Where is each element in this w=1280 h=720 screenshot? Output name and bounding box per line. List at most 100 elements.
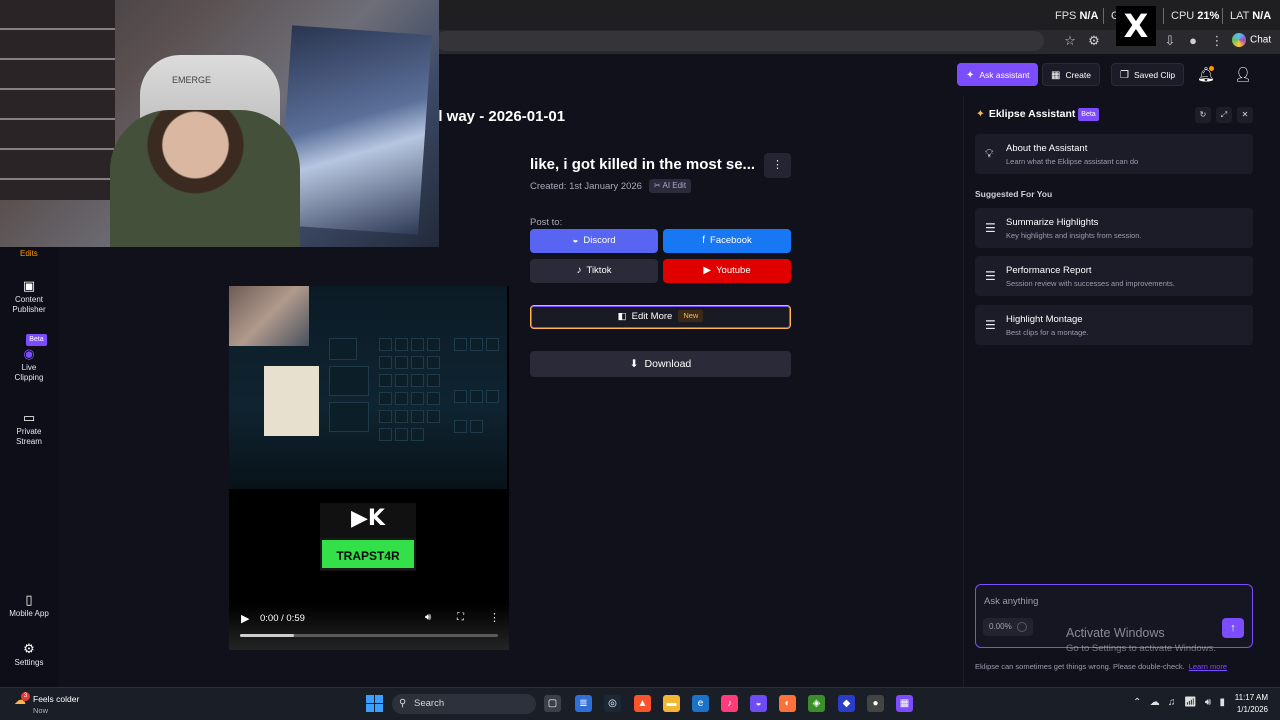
sparkle-icon: ✦ — [966, 70, 975, 81]
share-facebook-button[interactable]: f Facebook — [663, 229, 791, 253]
download-icon[interactable]: ⇩ — [1162, 33, 1178, 49]
system-tray[interactable]: ⌃ ☁ ♫ 📶︎ 🔊︎ ▮ — [1133, 697, 1225, 708]
ask-input[interactable] — [984, 594, 1184, 608]
profile-icon[interactable]: ● — [1185, 33, 1201, 49]
player-more-icon[interactable]: ⋮ — [489, 611, 500, 624]
hud-divider — [1163, 8, 1164, 24]
tiktok-icon: ♪ — [576, 265, 582, 276]
video-player[interactable]: ▶K TRAPST4R ▶ 0:00 / 0:59 🔊︎ ⛶ ⋮ — [229, 286, 509, 650]
play-icon[interactable]: ▶ — [241, 612, 249, 625]
notification-bell-icon[interactable]: 🔔︎ — [1197, 66, 1215, 84]
hud-divider — [1222, 8, 1223, 24]
discord-icon: ◒ — [572, 235, 579, 246]
menu-icon[interactable]: ⋮ — [1209, 33, 1225, 49]
hud-divider — [1103, 8, 1104, 24]
share-discord-button[interactable]: ◒ Discord — [530, 229, 658, 253]
refresh-icon[interactable]: ↻ — [1195, 107, 1211, 123]
weather-badge: 3 — [21, 692, 30, 701]
search-icon: ⚲ — [399, 698, 407, 709]
sponsor-logos: ▶K — [351, 506, 385, 531]
saved-clip-button[interactable]: ❐ Saved Clip — [1111, 63, 1185, 86]
activate-windows-title: Activate Windows — [1066, 626, 1165, 640]
about-assistant-card[interactable]: 💡︎ About the Assistant Learn what the Ek… — [975, 134, 1253, 174]
close-icon[interactable]: ✕ — [1237, 107, 1253, 123]
brave-icon[interactable]: ▲ — [634, 695, 651, 712]
volume-icon[interactable]: 🔊︎ — [425, 612, 431, 623]
sidebar-item-private-stream[interactable]: ▭ Private Stream — [0, 411, 58, 447]
sidebar-item-content-publisher[interactable]: ▣ Content Publisher — [0, 278, 58, 315]
video-frame-webcam — [229, 286, 309, 346]
assistant-beta-badge: Beta — [1078, 108, 1099, 121]
edge-icon[interactable]: e — [692, 695, 709, 712]
share-youtube-button[interactable]: ▶ Youtube — [663, 259, 791, 283]
weather-subtitle: Now — [33, 706, 49, 715]
edit-more-button[interactable]: ◧ Edit More New — [530, 305, 791, 329]
start-button[interactable] — [366, 695, 383, 712]
share-tiktok-button[interactable]: ♪ Tiktok — [530, 259, 658, 283]
lightbulb-icon: 💡︎ — [985, 146, 994, 161]
facebook-icon: f — [702, 235, 706, 246]
bookmark-icon: ❐ — [1120, 70, 1129, 81]
video-frame-item-card — [264, 366, 319, 436]
clip-title: like, i got killed in the most se... — [530, 156, 756, 173]
sidebar-item-settings[interactable]: ⚙ Settings — [0, 641, 58, 668]
cpu-readout: CPU 21% — [1171, 10, 1220, 22]
chat-button[interactable]: Chat — [1232, 33, 1271, 49]
create-button[interactable]: ▦ Create — [1042, 63, 1100, 86]
obs-icon[interactable]: ● — [867, 695, 884, 712]
webcam-shelves — [0, 0, 115, 200]
latency-readout: LAT N/A — [1230, 10, 1272, 22]
webcam-streamer — [110, 110, 300, 247]
learn-more-link[interactable]: Learn more — [1189, 662, 1227, 671]
suggestion-highlight-montage[interactable]: ☰ Highlight Montage Best clips for a mon… — [975, 305, 1253, 345]
usage-ring-icon — [1017, 622, 1027, 632]
extensions-icon[interactable]: ⚙ — [1086, 33, 1102, 49]
clip-created-date: Created: 1st January 2026 — [530, 181, 642, 192]
browser-url-field[interactable] — [436, 31, 1044, 51]
steam-icon[interactable]: ◎ — [604, 695, 621, 712]
chair-brand-label: EMERGE — [172, 75, 212, 85]
download-button[interactable]: ⬇ Download — [530, 351, 791, 377]
suggestion-summarize-highlights[interactable]: ☰ Summarize Highlights Key highlights an… — [975, 208, 1253, 248]
clip-options-button[interactable]: ⋮ — [764, 153, 791, 178]
capcut-icon[interactable]: ♪ — [721, 695, 738, 712]
search-list-icon: ☰ — [985, 269, 996, 283]
clock-time[interactable]: 11:17 AM — [1228, 693, 1268, 702]
player-controls — [229, 604, 509, 650]
sidebar-item-edits[interactable]: Edits — [20, 249, 38, 258]
suggested-label: Suggested For You — [975, 189, 1053, 199]
fullscreen-icon[interactable]: ⛶ — [457, 612, 464, 623]
grid-icon: ▦ — [1051, 70, 1061, 81]
player-timecode: 0:00 / 0:59 — [260, 613, 305, 624]
expand-icon[interactable]: ⤢ — [1216, 107, 1232, 123]
star-icon[interactable]: ☆ — [1062, 33, 1078, 49]
activate-windows-subtitle: Go to Settings to activate Windows. — [1066, 643, 1216, 654]
streamer-tag: TRAPST4R — [320, 538, 416, 570]
app-icon[interactable]: ◆ — [838, 695, 855, 712]
search-list-icon: ☰ — [985, 318, 996, 332]
notification-dot — [1209, 66, 1214, 71]
edit-icon: ◧ — [617, 311, 627, 322]
calendar-icon: ▣ — [22, 278, 36, 293]
send-button[interactable]: ↑ — [1222, 618, 1244, 638]
sidebar-item-mobile-app[interactable]: ▯ Mobile App — [0, 593, 58, 619]
nvidia-icon[interactable]: ◈ — [808, 695, 825, 712]
file-explorer-icon[interactable]: ▬ — [663, 695, 680, 712]
clock-date[interactable]: 1/1/2026 — [1228, 705, 1268, 714]
sidebar-item-live-clipping[interactable]: ◉ Live Clipping — [0, 347, 58, 383]
x-logo-icon: X — [1116, 6, 1156, 46]
weather-title[interactable]: Feels colder — [33, 694, 79, 704]
firefox-icon[interactable]: ◐ — [779, 695, 796, 712]
gear-icon: ⚙ — [23, 641, 35, 656]
taskbar-search[interactable]: ⚲ Search — [392, 694, 536, 714]
assistant-disclaimer: Eklipse can sometimes get things wrong. … — [975, 662, 1228, 671]
notepad-icon[interactable]: ≣ — [575, 695, 592, 712]
user-account-icon[interactable]: 👤︎ — [1234, 66, 1252, 84]
discord-taskbar-icon[interactable]: ◒ — [750, 695, 767, 712]
webcam-poster — [278, 25, 432, 235]
eklipse-app-icon[interactable]: ▦ — [896, 695, 913, 712]
ask-assistant-button[interactable]: ✦ Ask assistant — [957, 63, 1039, 86]
task-view-icon[interactable]: ▢ — [544, 695, 561, 712]
suggestion-performance-report[interactable]: ☰ Performance Report Session review with… — [975, 256, 1253, 296]
ai-edit-badge: ✂ AI Edit — [649, 179, 692, 193]
